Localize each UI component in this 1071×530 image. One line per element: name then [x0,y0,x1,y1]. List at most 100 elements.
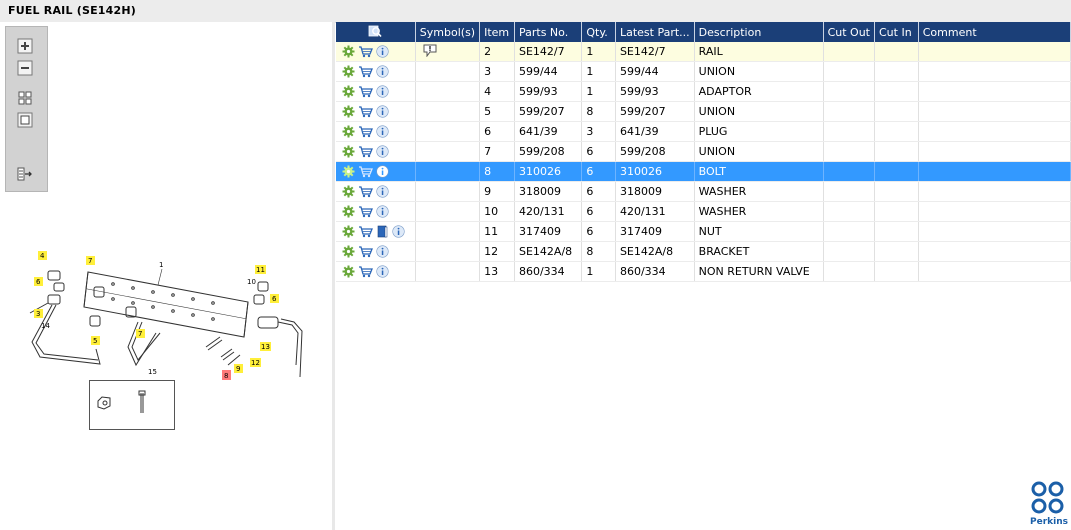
shopping-cart-icon[interactable] [358,85,373,98]
quantity-cell: 6 [581,181,616,202]
quantity-cell: 1 [581,81,616,102]
shopping-cart-icon[interactable] [358,145,373,158]
shopping-cart-icon[interactable] [358,185,373,198]
cut-out-cell [823,241,875,262]
description-cell: NUT [694,221,824,242]
parts-list-panel: Symbol(s) Item Parts No. Qty. Latest Par… [336,22,1071,530]
svg-text:13: 13 [261,343,270,351]
table-row[interactable]: 8 310026 6 310026 BOLT [336,161,1071,182]
gear-icon[interactable] [342,265,355,278]
pane-splitter[interactable] [332,22,335,530]
column-header-latest-part[interactable]: Latest Part... [615,22,695,42]
search-icon[interactable] [368,24,382,38]
svg-text:14: 14 [41,322,50,330]
info-icon[interactable] [376,85,389,98]
fit-window-button[interactable] [16,111,34,129]
table-row[interactable]: 7 599/208 6 599/208 UNION [336,141,1071,162]
description-cell: NON RETURN VALVE [694,261,824,282]
info-icon[interactable] [376,105,389,118]
part-number-cell: 318009 [514,181,583,202]
export-list-button[interactable] [16,165,34,183]
table-row[interactable]: 3 599/44 1 599/44 UNION [336,61,1071,82]
info-icon[interactable] [376,125,389,138]
cut-in-cell [874,81,919,102]
description-cell: PLUG [694,121,824,142]
description-cell: RAIL [694,42,824,62]
info-icon[interactable] [376,65,389,78]
table-row[interactable]: 13 860/334 1 860/334 NON RETURN VALVE [336,261,1071,282]
item-cell: 9 [479,181,515,202]
table-row[interactable]: 10 420/131 6 420/131 WASHER [336,201,1071,222]
column-header-qty[interactable]: Qty. [581,22,616,42]
gear-icon[interactable] [342,65,355,78]
item-cell: 11 [479,221,515,242]
row-actions [336,81,416,102]
table-row[interactable]: 6 641/39 3 641/39 PLUG [336,121,1071,142]
symbol-cell [415,201,481,222]
svg-text:15: 15 [148,368,157,376]
fit-all-icon [18,91,32,105]
shopping-cart-icon[interactable] [358,265,373,278]
shopping-cart-icon[interactable] [358,225,373,238]
shopping-cart-icon[interactable] [358,205,373,218]
column-header-cut-out[interactable]: Cut Out [823,22,875,42]
cut-in-cell [874,181,919,202]
latest-part-cell: 599/44 [615,61,695,82]
zoom-out-button[interactable] [16,59,34,77]
gear-icon[interactable] [342,245,355,258]
info-icon[interactable] [376,145,389,158]
shopping-cart-icon[interactable] [358,105,373,118]
svg-text:1: 1 [159,261,163,269]
table-row[interactable]: 12 SE142A/8 8 SE142A/8 BRACKET [336,241,1071,262]
table-row[interactable]: 11 317409 6 317409 NUT [336,221,1071,242]
shopping-cart-icon[interactable] [358,65,373,78]
svg-text:5: 5 [93,337,97,345]
table-row[interactable]: 9 318009 6 318009 WASHER [336,181,1071,202]
column-header-actions[interactable] [336,22,416,42]
info-icon[interactable] [376,265,389,278]
gear-icon[interactable] [342,225,355,238]
latest-part-cell: 599/207 [615,101,695,122]
table-header: Symbol(s) Item Parts No. Qty. Latest Par… [336,22,1071,42]
info-icon[interactable] [376,45,389,58]
part-number-cell: 641/39 [514,121,583,142]
fit-all-button[interactable] [16,89,34,107]
info-icon[interactable] [376,165,389,178]
info-icon[interactable] [376,185,389,198]
gear-icon[interactable] [342,185,355,198]
column-header-description[interactable]: Description [694,22,824,42]
gear-icon[interactable] [342,85,355,98]
column-header-comment[interactable]: Comment [918,22,1071,42]
info-icon[interactable] [392,225,405,238]
row-actions [336,241,416,262]
table-row[interactable]: 4 599/93 1 599/93 ADAPTOR [336,81,1071,102]
info-icon[interactable] [376,205,389,218]
diagram-pane[interactable]: 1 4 7 6 3 14 5 7 11 10 6 13 12 9 8 15 [0,22,333,530]
shopping-cart-icon[interactable] [358,165,373,178]
info-icon[interactable] [376,245,389,258]
symbol-cell [415,241,481,262]
cut-out-cell [823,121,875,142]
row-actions [336,161,416,182]
svg-text:8: 8 [224,372,228,380]
column-header-item[interactable]: Item [479,22,515,42]
note-bubble-icon[interactable] [422,43,438,60]
shopping-cart-icon[interactable] [358,125,373,138]
gear-icon[interactable] [342,105,355,118]
column-header-cut-in[interactable]: Cut In [874,22,919,42]
zoom-in-button[interactable] [16,37,34,55]
column-header-symbols[interactable]: Symbol(s) [415,22,481,42]
gear-icon[interactable] [342,165,355,178]
brand-name: Perkins [1030,517,1068,527]
gear-icon[interactable] [342,205,355,218]
table-row[interactable]: 2 SE142/7 1 SE142/7 RAIL [336,42,1071,62]
gear-icon[interactable] [342,45,355,58]
book-icon[interactable] [376,225,389,238]
shopping-cart-icon[interactable] [358,45,373,58]
exploded-parts-diagram[interactable]: 1 4 7 6 3 14 5 7 11 10 6 13 12 9 8 15 [18,237,318,387]
gear-icon[interactable] [342,145,355,158]
shopping-cart-icon[interactable] [358,245,373,258]
gear-icon[interactable] [342,125,355,138]
table-row[interactable]: 5 599/207 8 599/207 UNION [336,101,1071,122]
column-header-parts-no[interactable]: Parts No. [514,22,583,42]
